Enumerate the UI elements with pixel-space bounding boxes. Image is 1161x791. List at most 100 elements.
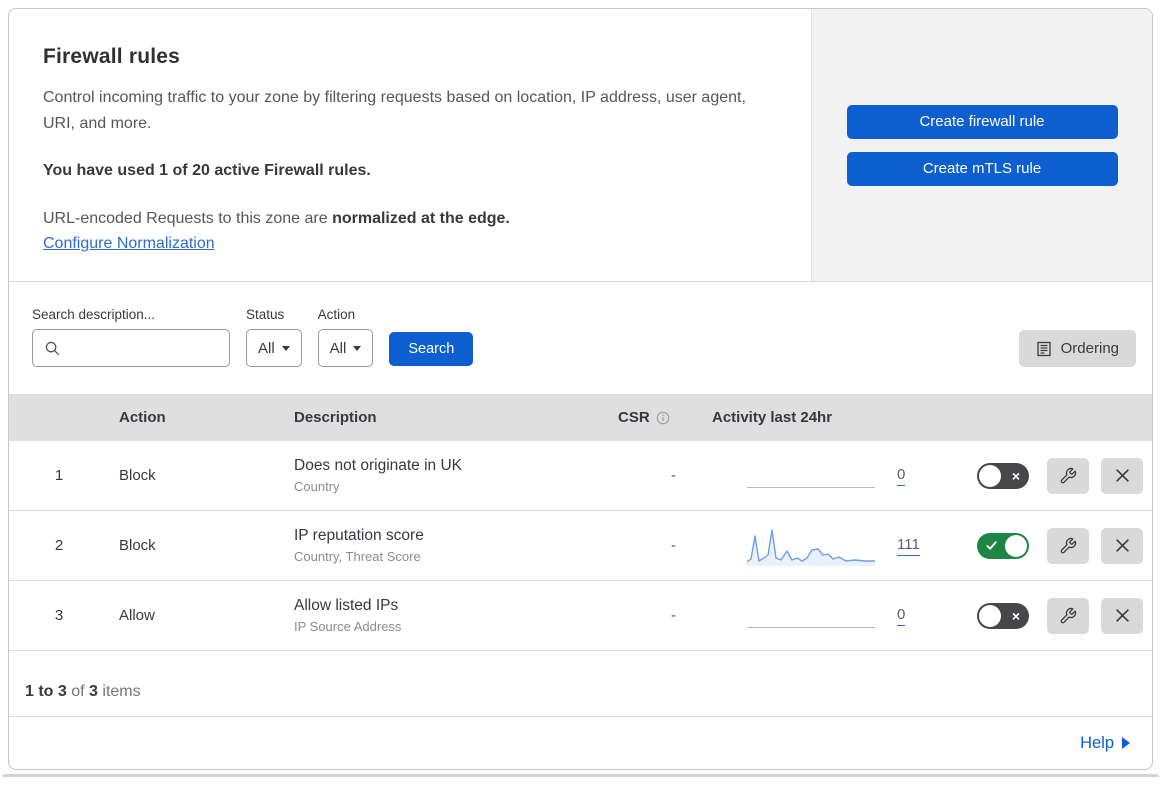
create-firewall-rule-button[interactable]: Create firewall rule: [846, 104, 1118, 139]
chevron-down-icon: [281, 345, 290, 351]
activity-count-link[interactable]: 0: [897, 466, 906, 486]
rule-description: Allow listed IPs: [294, 597, 399, 615]
rule-description-cell: Does not originate in UK Country: [284, 457, 604, 494]
status-selected-value: All: [258, 339, 275, 357]
search-field-group: Search description...: [32, 307, 230, 368]
normalization-prefix: URL-encoded Requests to this zone are: [43, 210, 328, 228]
table-row: 3 Allow Allow listed IPs IP Source Addre…: [9, 581, 1152, 652]
rule-enabled-toggle[interactable]: [977, 532, 1029, 559]
help-arrow-icon: [1122, 737, 1130, 750]
rule-fields: IP Source Address: [294, 619, 402, 635]
toggle-knob: [1005, 534, 1027, 557]
activity-sparkline: [747, 526, 875, 566]
toggle-knob: [979, 604, 1001, 627]
normalization-note: URL-encoded Requests to this zone are no…: [43, 210, 771, 228]
pagination-range: 1 to 3: [25, 683, 67, 701]
search-button[interactable]: Search: [389, 332, 474, 367]
rule-fields: Country, Threat Score: [294, 549, 421, 565]
status-select[interactable]: All: [246, 329, 302, 368]
rule-action: Block: [119, 467, 156, 485]
activity-count-link[interactable]: 0: [897, 606, 906, 626]
rule-description: IP reputation score: [294, 527, 424, 545]
rule-activity-cell: 0: [694, 456, 934, 496]
status-label: Status: [246, 307, 285, 323]
action-selected-value: All: [329, 339, 347, 357]
rule-fields: Country: [294, 479, 340, 495]
create-mtls-rule-button[interactable]: Create mTLS rule: [846, 151, 1118, 186]
action-column-header: Action: [119, 409, 166, 427]
rules-table: Action Description CSR Activity last 24h…: [9, 394, 1152, 652]
rule-enabled-toggle[interactable]: ×: [977, 462, 1029, 489]
search-icon: [45, 341, 59, 355]
status-filter-group: Status All: [246, 307, 302, 368]
list-document-icon: [1036, 341, 1051, 356]
filter-controls: Search description... Status All Action: [32, 307, 474, 368]
rule-controls: ×: [934, 457, 1152, 494]
edit-rule-button[interactable]: [1047, 457, 1089, 494]
intro-block: Firewall rules Control incoming traffic …: [9, 9, 811, 282]
toggle-on-check-icon: [985, 533, 998, 559]
search-input[interactable]: [68, 340, 208, 357]
wrench-icon: [1060, 537, 1077, 554]
rule-activity-cell: 0: [694, 596, 934, 636]
activity-count-link[interactable]: 111: [897, 536, 920, 556]
search-box[interactable]: [32, 329, 230, 368]
csr-column-header: CSR: [604, 409, 694, 426]
page-description: Control incoming traffic to your zone by…: [43, 89, 746, 132]
action-select[interactable]: All: [317, 329, 374, 368]
delete-rule-button[interactable]: [1101, 597, 1143, 634]
rule-action: Allow: [119, 607, 155, 625]
rule-enabled-toggle[interactable]: ×: [977, 602, 1029, 629]
wrench-icon: [1060, 467, 1077, 484]
rule-controls: [934, 527, 1152, 564]
help-link[interactable]: Help: [1080, 734, 1114, 753]
rule-description-cell: IP reputation score Country, Threat Scor…: [284, 527, 604, 564]
rule-csr-value: -: [671, 537, 676, 555]
action-label: Action: [317, 307, 356, 323]
rule-action: Block: [119, 537, 156, 555]
configure-normalization-link[interactable]: Configure Normalization: [43, 235, 215, 252]
rule-priority: 1: [54, 467, 64, 485]
activity-sparkline-flat: [747, 456, 875, 496]
close-icon: [1115, 609, 1129, 623]
toggle-off-x-icon: ×: [1011, 467, 1020, 484]
page-title: Firewall rules: [43, 45, 181, 68]
rule-priority: 3: [54, 607, 64, 625]
edit-rule-button[interactable]: [1047, 527, 1089, 564]
close-icon: [1115, 539, 1129, 553]
pagination-of: of: [71, 683, 85, 701]
toggle-knob: [979, 464, 1001, 487]
activity-sparkline-flat: [747, 596, 875, 636]
rule-csr-value: -: [671, 467, 676, 485]
csr-header-label: CSR: [618, 409, 650, 427]
delete-rule-button[interactable]: [1101, 457, 1143, 494]
rule-description: Does not originate in UK: [294, 457, 463, 475]
info-icon[interactable]: [656, 411, 670, 425]
search-label: Search description...: [32, 307, 156, 323]
delete-rule-button[interactable]: [1101, 527, 1143, 564]
action-filter-group: Action All: [317, 307, 374, 368]
edit-rule-button[interactable]: [1047, 597, 1089, 634]
pagination-items: items: [102, 683, 141, 701]
rule-controls: ×: [934, 597, 1152, 634]
chevron-down-icon: [353, 345, 362, 351]
rule-description-cell: Allow listed IPs IP Source Address: [284, 597, 604, 634]
activity-column-header: Activity last 24hr: [712, 409, 833, 427]
rule-activity-cell: 111: [694, 526, 934, 566]
top-section: Firewall rules Control incoming traffic …: [9, 9, 1152, 283]
toggle-off-x-icon: ×: [1011, 607, 1020, 624]
close-icon: [1115, 469, 1129, 483]
filter-bar: Search description... Status All Action: [9, 282, 1152, 394]
next-section-edge: [2, 774, 1159, 778]
usage-summary: You have used 1 of 20 active Firewall ru…: [43, 162, 371, 180]
description-column-header: Description: [294, 409, 377, 427]
wrench-icon: [1060, 607, 1077, 624]
table-header-row: Action Description CSR Activity last 24h…: [9, 394, 1152, 442]
table-row: 2 Block IP reputation score Country, Thr…: [9, 511, 1152, 582]
normalization-bold: normalized at the edge.: [332, 210, 510, 228]
pagination-summary: 1 to 3 of 3 items: [9, 651, 1152, 718]
ordering-button[interactable]: Ordering: [1018, 330, 1136, 368]
table-row: 1 Block Does not originate in UK Country…: [9, 441, 1152, 512]
firewall-rules-card: Firewall rules Control incoming traffic …: [8, 8, 1153, 771]
rule-csr-value: -: [671, 607, 676, 625]
